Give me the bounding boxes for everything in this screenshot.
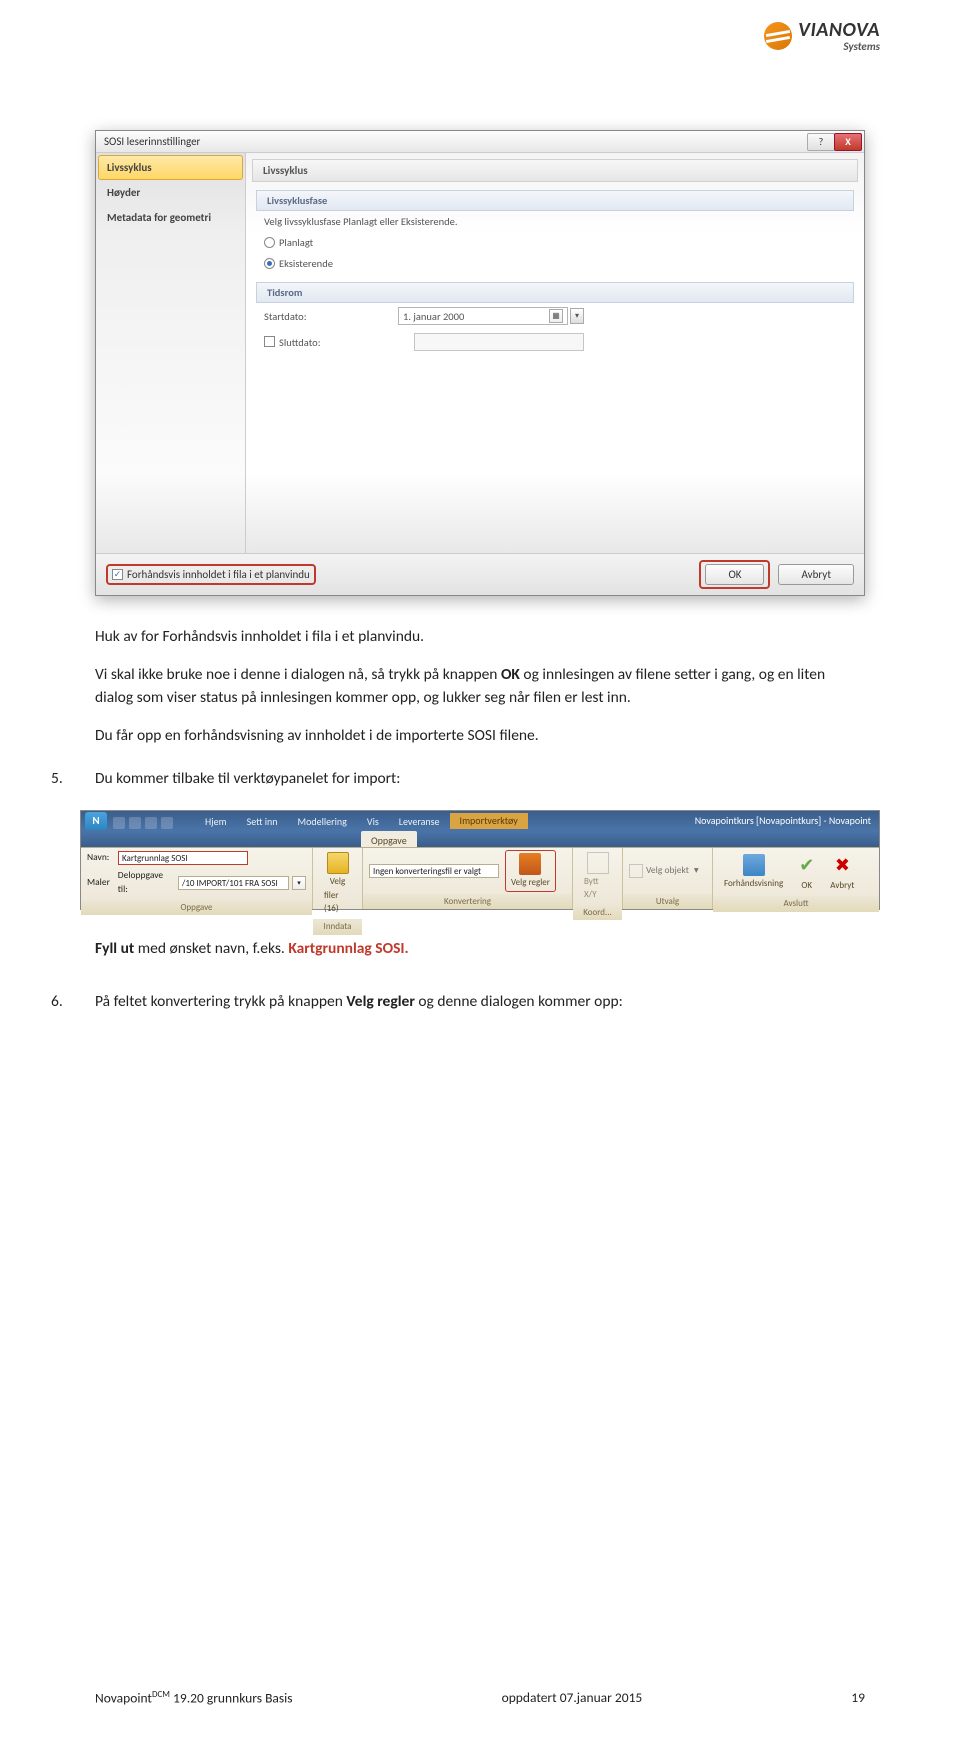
app-logo-icon[interactable]: N xyxy=(85,812,107,830)
close-icon: ✖ xyxy=(835,852,850,878)
novapoint-ribbon: N Hjem Sett inn Modellering Vis Leverans… xyxy=(80,810,880,910)
sluttdato-checkbox[interactable] xyxy=(264,336,275,347)
ribbon-body: Navn: Kartgrunnlag SOSI Maler Deloppgave… xyxy=(81,847,879,909)
dialog-footer: Forhåndsvis innholdet i fila i et planvi… xyxy=(96,553,864,595)
tab-settinn[interactable]: Sett inn xyxy=(237,812,288,832)
ribbon-tabstrip: N Hjem Sett inn Modellering Vis Leverans… xyxy=(81,811,879,831)
velg-regler-button[interactable]: Velg regler xyxy=(505,850,556,892)
list-number-5: 5. xyxy=(51,768,65,790)
navn-label: Navn: xyxy=(87,851,115,865)
cancel-button[interactable]: Avbryt xyxy=(778,564,854,585)
instruction-2: Vi skal ikke bruke noe i denne i dialoge… xyxy=(95,664,865,709)
tab-context-import: Importverktøy xyxy=(450,813,528,830)
document-body: Huk av for Forhåndsvis innholdet i fila … xyxy=(95,626,865,1013)
startdato-row: Startdato: 1. januar 2000 ▦ ▾ xyxy=(246,303,864,329)
instruction-3: Du får opp en forhåndsvisning av innhold… xyxy=(95,725,865,747)
tab-leveranse[interactable]: Leveranse xyxy=(389,812,450,832)
brand-header: VIANOVA Systems xyxy=(764,18,880,53)
velg-filer-button[interactable]: Velg filer (16) xyxy=(319,850,356,917)
instruction-6: På feltet konvertering trykk på knappen … xyxy=(95,991,623,1013)
deloppgave-input[interactable]: /10 IMPORT/101 FRA SOSI xyxy=(178,876,289,890)
group-avslutt-label: Avslutt xyxy=(713,896,879,911)
ok-highlight: OK xyxy=(699,560,770,589)
radio-planlagt-row[interactable]: Planlagt xyxy=(246,232,864,253)
dialog-sidebar: Livssyklus Høyder Metadata for geometri xyxy=(96,153,246,553)
section-livssyklusfase: Livssyklusfase xyxy=(256,190,854,211)
ok-button[interactable]: OK xyxy=(705,564,764,585)
section1-hint: Velg livssyklusfase Planlagt eller Eksis… xyxy=(246,211,864,232)
preview-checkbox[interactable] xyxy=(112,569,123,580)
preview-checkbox-label: Forhåndsvis innholdet i fila i et planvi… xyxy=(127,568,310,581)
calendar-icon[interactable]: ▦ xyxy=(549,309,563,323)
radio-planlagt-label: Planlagt xyxy=(279,236,313,249)
group-konvertering-label: Konvertering xyxy=(363,894,572,909)
sluttdato-row: Sluttdato: xyxy=(246,329,864,355)
dialog-titlebar: SOSI leserinnstillinger ? X xyxy=(96,131,864,153)
help-button[interactable]: ? xyxy=(807,133,835,151)
close-button[interactable]: X xyxy=(834,133,862,151)
swap-icon xyxy=(587,852,609,874)
sluttdato-input xyxy=(414,333,584,351)
group-koord-label: Koord... xyxy=(573,905,622,920)
instruction-4: Du kommer tilbake til verktøypanelet for… xyxy=(95,768,400,790)
qat-icon[interactable] xyxy=(129,817,141,829)
instruction-5: Fyll ut med ønsket navn, f.eks. Kartgrun… xyxy=(95,938,865,960)
ok-ribbon-button[interactable]: ✔ OK xyxy=(794,850,819,894)
startdato-value: 1. januar 2000 xyxy=(403,310,464,323)
forhandsvisning-button[interactable]: Forhåndsvisning xyxy=(719,852,788,892)
sosi-reader-dialog: SOSI leserinnstillinger ? X Livssyklus H… xyxy=(95,130,865,596)
startdato-label: Startdato: xyxy=(264,310,354,323)
footer-left: NovapointDCM 19.20 grunnkurs Basis xyxy=(95,1689,293,1707)
preview-checkbox-highlight: Forhåndsvis innholdet i fila i et planvi… xyxy=(106,564,316,585)
bytt-xy-button[interactable]: Bytt X/Y xyxy=(579,850,616,903)
sluttdato-label: Sluttdato: xyxy=(279,336,321,349)
instruction-1: Huk av for Forhåndsvis innholdet i fila … xyxy=(95,626,865,648)
select-icon xyxy=(629,864,643,878)
vianova-logo-icon xyxy=(764,22,792,50)
footer-right: 19 xyxy=(851,1689,865,1707)
group-inndata-label: Inndata xyxy=(313,919,362,934)
tab-hoyder[interactable]: Høyder xyxy=(98,180,243,205)
radio-eksisterende-row[interactable]: Eksisterende xyxy=(246,253,864,274)
folder-icon xyxy=(327,852,349,874)
dialog-main-panel: Livssyklus Livssyklusfase Velg livssyklu… xyxy=(246,153,864,553)
avbryt-ribbon-button[interactable]: ✖ Avbryt xyxy=(825,850,859,894)
rules-icon xyxy=(519,853,541,875)
konvertering-status: Ingen konverteringsfil er valgt xyxy=(369,864,499,878)
group-oppgave-label: Oppgave xyxy=(81,900,312,915)
dialog-title: SOSI leserinnstillinger xyxy=(104,135,200,148)
check-icon: ✔ xyxy=(799,852,814,878)
tab-hjem[interactable]: Hjem xyxy=(195,812,237,832)
preview-icon xyxy=(743,854,765,876)
chevron-down-icon[interactable]: ▾ xyxy=(570,308,584,324)
brand-name: VIANOVA xyxy=(798,18,880,42)
ribbon-app-title: Novapointkurs [Novapointkurs] - Novapoin… xyxy=(687,811,879,832)
radio-icon xyxy=(264,237,275,248)
startdato-input[interactable]: 1. januar 2000 ▦ xyxy=(398,307,568,325)
qat-icon[interactable] xyxy=(145,817,157,829)
radio-icon xyxy=(264,258,275,269)
chevron-down-icon[interactable]: ▾ xyxy=(292,876,306,890)
maler-label: Maler xyxy=(87,876,115,890)
tab-metadata[interactable]: Metadata for geometri xyxy=(98,205,243,230)
section-tidsrom: Tidsrom xyxy=(256,282,854,303)
chevron-down-icon[interactable]: ▾ xyxy=(694,864,699,878)
brand-sub: Systems xyxy=(843,40,880,53)
footer-center: oppdatert 07.januar 2015 xyxy=(502,1689,643,1707)
radio-eksisterende-label: Eksisterende xyxy=(279,257,333,270)
panel-title: Livssyklus xyxy=(252,159,858,182)
group-utvalg-label: Utvalg xyxy=(623,894,712,909)
list-number-6: 6. xyxy=(51,991,65,1013)
deloppgave-label: Deloppgave til: xyxy=(118,869,175,897)
navn-input[interactable]: Kartgrunnlag SOSI xyxy=(118,851,248,865)
tab-modellering[interactable]: Modellering xyxy=(288,812,357,832)
tab-livssyklus[interactable]: Livssyklus xyxy=(98,155,243,180)
page-footer: NovapointDCM 19.20 grunnkurs Basis oppda… xyxy=(95,1689,865,1707)
qat-icon[interactable] xyxy=(161,817,173,829)
tab-oppgave[interactable]: Oppgave xyxy=(361,831,417,847)
velg-objekt-button[interactable]: Velg objekt xyxy=(646,864,689,878)
qat-icon[interactable] xyxy=(113,817,125,829)
tab-vis[interactable]: Vis xyxy=(357,812,389,832)
